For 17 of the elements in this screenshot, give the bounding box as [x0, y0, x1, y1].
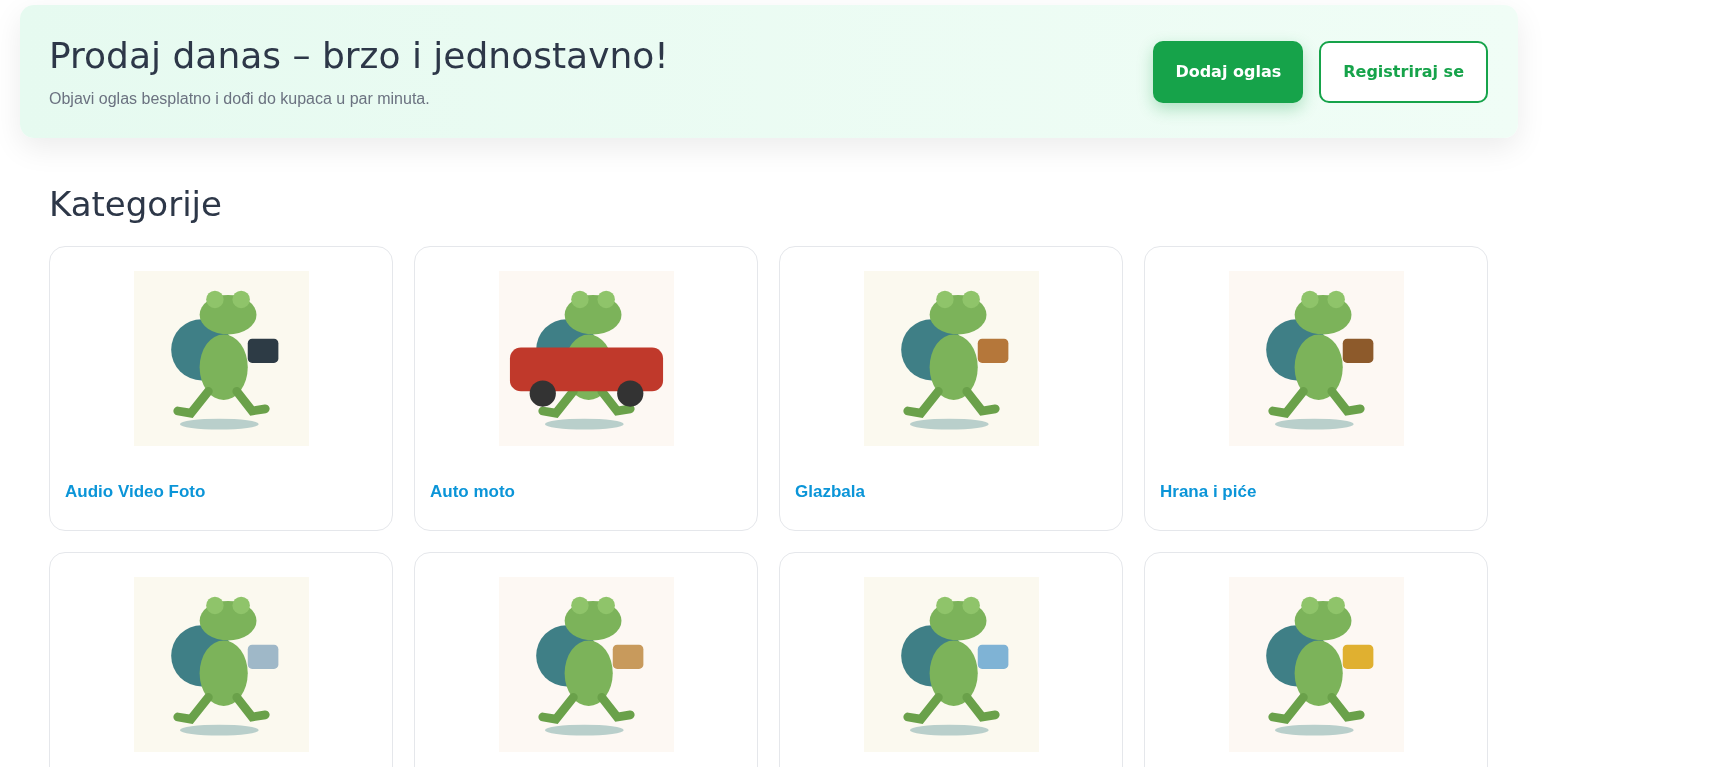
hero-title: Prodaj danas – brzo i jednostavno!: [49, 35, 669, 76]
add-listing-button[interactable]: Dodaj oglas: [1153, 40, 1304, 103]
category-card[interactable]: Glazbala: [779, 246, 1123, 531]
category-card[interactable]: [49, 552, 393, 767]
category-link[interactable]: Hrana i piće: [1160, 482, 1257, 502]
category-card[interactable]: Audio Video Foto: [49, 246, 393, 531]
category-link[interactable]: Audio Video Foto: [65, 482, 206, 502]
register-button[interactable]: Registriraj se: [1319, 40, 1488, 103]
category-link[interactable]: Auto moto: [430, 482, 515, 502]
category-card[interactable]: Hrana i piće: [1144, 246, 1488, 531]
category-card[interactable]: [414, 552, 758, 767]
category-card[interactable]: Auto moto: [414, 246, 758, 531]
category-link[interactable]: Glazbala: [795, 482, 865, 502]
section-title: Kategorije: [49, 184, 223, 224]
category-card[interactable]: [1144, 552, 1488, 767]
category-card[interactable]: [779, 552, 1123, 767]
hero-subtitle: Objavi oglas besplatno i dođi do kupaca u par minuta.: [49, 90, 431, 108]
